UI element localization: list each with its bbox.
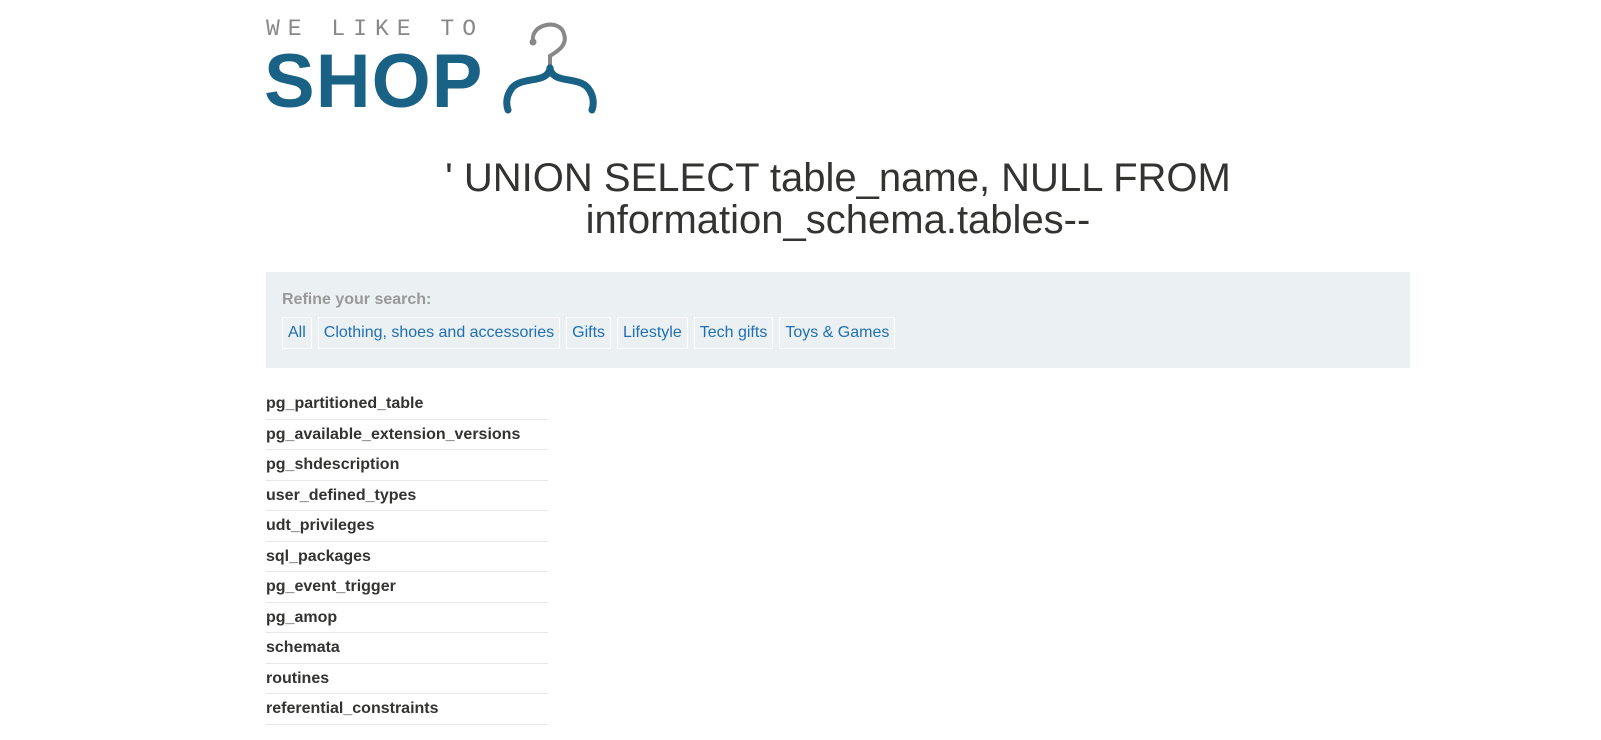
page: WE LIKE TO SHOP ' UNION SELECT table_nam… — [0, 0, 1601, 740]
page-title: ' UNION SELECT table_name, NULL FROM inf… — [266, 157, 1410, 241]
table-row: pg_partitioned_table — [266, 389, 548, 420]
table-row: pg_event_trigger — [266, 572, 548, 603]
filter-label: Refine your search: — [282, 291, 432, 308]
filter-link-gifts[interactable]: Gifts — [566, 317, 612, 349]
home-logo-link[interactable]: WE LIKE TO SHOP — [264, 14, 626, 120]
table-row: schemata — [266, 633, 548, 664]
filter-link-tech-gifts[interactable]: Tech gifts — [693, 317, 774, 349]
table-row: referential_constraints — [266, 694, 548, 725]
table-row: sql_packages — [266, 542, 548, 572]
hanger-icon — [503, 22, 597, 114]
table-row: pg_shdescription — [266, 450, 548, 481]
results-table: pg_partitioned_table pg_available_extens… — [266, 389, 548, 725]
table-row: pg_amop — [266, 603, 548, 633]
filter-link-clothing[interactable]: Clothing, shoes and accessories — [317, 317, 561, 349]
page-title-line-2: information_schema.tables-- — [585, 198, 1091, 242]
filter-link-toys-games[interactable]: Toys & Games — [779, 317, 896, 349]
filter-link-all[interactable]: All — [282, 317, 312, 349]
filter-links: All Clothing, shoes and accessories Gift… — [282, 317, 1394, 349]
page-title-line-1: ' UNION SELECT table_name, NULL FROM — [445, 156, 1231, 200]
filter-link-lifestyle[interactable]: Lifestyle — [617, 317, 688, 349]
logo-wordmark: SHOP — [264, 39, 484, 124]
table-row: user_defined_types — [266, 481, 548, 511]
table-row: udt_privileges — [266, 511, 548, 542]
table-row: routines — [266, 664, 548, 694]
filter-panel: Refine your search: All Clothing, shoes … — [266, 272, 1410, 368]
logo-tagline: WE LIKE TO — [266, 16, 485, 42]
table-row: pg_available_extension_versions — [266, 420, 548, 450]
